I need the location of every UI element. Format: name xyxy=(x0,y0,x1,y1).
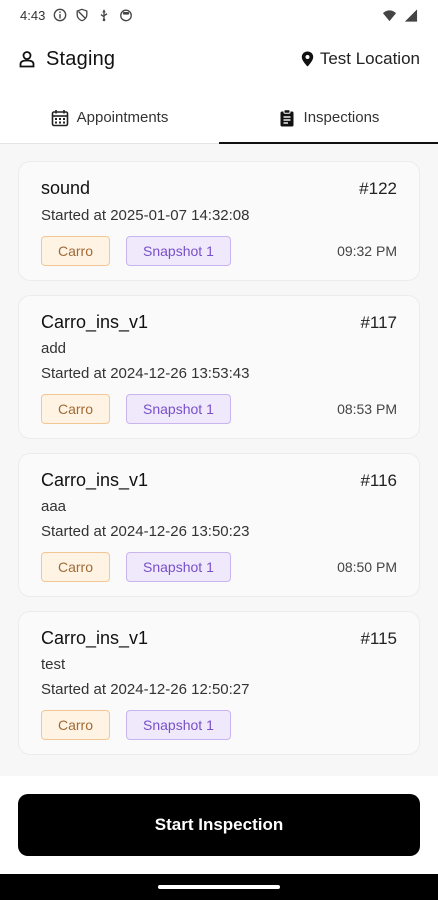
location-name: Test Location xyxy=(319,49,420,68)
signal-icon xyxy=(404,8,418,22)
inspection-subtitle: add xyxy=(41,340,67,357)
system-nav-bar xyxy=(0,874,438,900)
clipboard-icon xyxy=(280,108,294,126)
inspection-time: 09:32 PM xyxy=(337,243,397,259)
inspection-started: Started at 2025-01-07 14:32:08 xyxy=(41,207,250,224)
inspection-started: Started at 2024-12-26 13:50:23 xyxy=(41,523,250,540)
face-icon xyxy=(120,9,133,22)
tag-carro: Carro xyxy=(41,236,111,266)
inspection-started: Started at 2024-12-26 13:53:43 xyxy=(41,365,250,382)
inspection-card[interactable]: Carro_ins_v1 #115 test Started at 2024-1… xyxy=(18,611,420,755)
tag-snapshot: Snapshot 1 xyxy=(126,236,231,266)
start-inspection-button[interactable]: Start Inspection xyxy=(18,794,420,856)
inspection-card[interactable]: Carro_ins_v1 #117 add Started at 2024-12… xyxy=(18,295,420,439)
tab-appointments-label: Appointments xyxy=(76,109,169,126)
info-icon xyxy=(53,8,67,22)
status-time: 4:43 xyxy=(20,7,46,23)
tab-bar: Appointments Inspections xyxy=(0,92,438,144)
tag-carro: Carro xyxy=(41,710,111,740)
inspection-id: #122 xyxy=(359,178,397,198)
shield-icon xyxy=(76,8,88,22)
inspection-time: 08:53 PM xyxy=(337,401,397,417)
bottom-action-panel: Start Inspection xyxy=(0,776,438,874)
inspection-list[interactable]: sound #122 Started at 2025-01-07 14:32:0… xyxy=(0,144,438,776)
inspection-subtitle: aaa xyxy=(41,498,67,515)
tab-inspections[interactable]: Inspections xyxy=(219,92,438,144)
inspection-card[interactable]: sound #122 Started at 2025-01-07 14:32:0… xyxy=(18,161,420,281)
inspection-started: Started at 2024-12-26 12:50:27 xyxy=(41,681,250,698)
tab-appointments[interactable]: Appointments xyxy=(0,92,219,143)
calendar-icon xyxy=(51,109,68,126)
inspection-id: #117 xyxy=(360,312,397,332)
tag-snapshot: Snapshot 1 xyxy=(126,552,231,582)
inspection-title: sound xyxy=(41,178,91,198)
usb-icon xyxy=(100,9,108,22)
tag-snapshot: Snapshot 1 xyxy=(126,394,231,424)
home-indicator[interactable] xyxy=(158,885,280,889)
tag-snapshot: Snapshot 1 xyxy=(126,710,231,740)
environment-selector[interactable]: Staging xyxy=(18,48,115,71)
inspection-title: Carro_ins_v1 xyxy=(41,628,149,648)
inspection-title: Carro_ins_v1 xyxy=(41,312,149,332)
tag-carro: Carro xyxy=(41,394,111,424)
app-header: Staging Test Location xyxy=(0,38,438,80)
inspection-id: #116 xyxy=(360,470,397,490)
status-icons-left xyxy=(53,8,133,22)
inspection-card[interactable]: Carro_ins_v1 #116 aaa Started at 2024-12… xyxy=(18,453,420,597)
inspection-subtitle: test xyxy=(41,656,66,673)
tab-inspections-label: Inspections xyxy=(303,109,380,126)
location-pin-icon xyxy=(301,51,314,67)
environment-name: Staging xyxy=(46,47,116,70)
user-icon xyxy=(19,51,35,68)
inspection-id: #115 xyxy=(360,628,397,648)
inspection-time: 08:50 PM xyxy=(337,559,397,575)
wifi-icon xyxy=(382,9,397,21)
status-icons-right xyxy=(382,8,418,23)
location-selector[interactable]: Test Location xyxy=(301,49,420,69)
status-bar: 4:43 xyxy=(0,0,438,30)
tag-carro: Carro xyxy=(41,552,111,582)
inspection-title: Carro_ins_v1 xyxy=(41,470,149,490)
